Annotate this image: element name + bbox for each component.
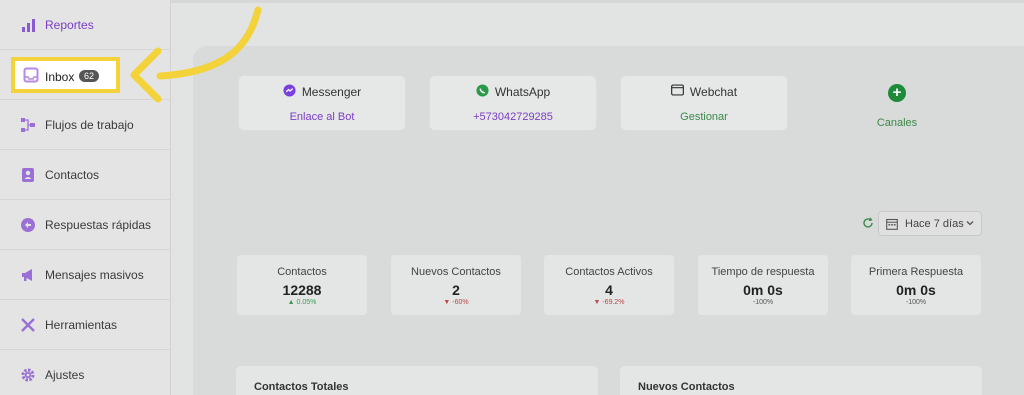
calendar-icon <box>886 218 898 230</box>
add-channel-button[interactable]: + Canales <box>860 83 934 133</box>
tools-icon <box>20 317 36 333</box>
inbox-count-badge: 62 <box>79 70 100 82</box>
sidebar-item-label: Ajustes <box>45 367 85 382</box>
section-nuevos-contactos: Nuevos Contactos <box>620 366 982 395</box>
trend-down-icon: ▼ <box>443 299 453 306</box>
annotation-arrow-icon <box>130 6 262 103</box>
sidebar-item-respuestas[interactable]: Respuestas rápidas <box>0 200 170 250</box>
stat-change: ▼ -69.2% <box>593 299 625 306</box>
workflow-icon <box>20 117 36 133</box>
messenger-icon <box>283 84 296 100</box>
stat-title: Nuevos Contactos <box>411 266 501 278</box>
stat-card-primera-respuesta: Primera Respuesta 0m 0s -100% <box>850 254 982 316</box>
stat-card-nuevos-contactos: Nuevos Contactos 2 ▼ -60% <box>390 254 522 316</box>
refresh-icon[interactable] <box>862 216 876 230</box>
whatsapp-icon <box>476 84 489 100</box>
channel-action-link[interactable]: +573042729285 <box>430 111 596 123</box>
sidebar-item-label: Contactos <box>45 167 100 182</box>
quick-reply-icon <box>20 217 36 233</box>
channel-action-link[interactable]: Gestionar <box>621 111 787 123</box>
stat-card-contactos-activos: Contactos Activos 4 ▼ -69.2% <box>543 254 675 316</box>
channel-action-link[interactable]: Enlace al Bot <box>239 111 405 123</box>
stat-card-contactos: Contactos 12288 ▲ 0.05% <box>236 254 368 316</box>
channel-name: WhatsApp <box>494 85 551 99</box>
date-range-value: Hace 7 días <box>905 218 964 230</box>
section-contactos-totales: Contactos Totales <box>236 366 598 395</box>
stat-change: -100% <box>905 299 927 306</box>
inbox-icon <box>23 67 39 83</box>
stat-title: Tiempo de respuesta <box>711 266 815 278</box>
stat-value: 0m 0s <box>743 282 783 298</box>
stat-change: -100% <box>752 299 774 306</box>
sidebar-item-label: Herramientas <box>45 317 118 332</box>
bar-chart-icon <box>20 17 36 33</box>
chevron-down-icon <box>965 218 975 228</box>
sidebar-item-flujos[interactable]: Flujos de trabajo <box>0 100 170 150</box>
contacts-icon <box>20 167 36 183</box>
gear-icon <box>20 367 36 383</box>
stat-value: 0m 0s <box>896 282 936 298</box>
add-channel-label: Canales <box>876 117 918 129</box>
stat-value: 2 <box>452 282 460 298</box>
stat-title: Contactos <box>277 266 327 278</box>
sidebar-item-label: Mensajes masivos <box>45 267 144 282</box>
section-title: Contactos Totales <box>254 381 349 393</box>
stat-title: Primera Respuesta <box>868 266 964 278</box>
top-bar <box>171 0 1024 3</box>
stat-change: ▲ 0.05% <box>287 299 317 306</box>
stat-value: 4 <box>605 282 613 298</box>
stat-change: ▼ -60% <box>443 299 469 306</box>
sidebar-item-label: Respuestas rápidas <box>45 217 152 232</box>
channel-name: Webchat <box>689 84 738 99</box>
plus-icon: + <box>888 84 906 102</box>
channel-card-webchat[interactable]: Webchat Gestionar <box>620 75 788 131</box>
sidebar-item-contactos[interactable]: Contactos <box>0 150 170 200</box>
section-title: Nuevos Contactos <box>638 381 735 393</box>
webchat-icon <box>670 84 684 99</box>
stat-title: Contactos Activos <box>565 266 653 278</box>
channel-card-whatsapp[interactable]: WhatsApp +573042729285 <box>429 75 597 131</box>
sidebar-item-label: Inbox <box>45 70 75 84</box>
sidebar-item-mensajes[interactable]: Mensajes masivos <box>0 250 170 300</box>
channel-name: Messenger <box>301 85 362 99</box>
sidebar-item-label: Flujos de trabajo <box>45 117 134 132</box>
stat-value: 12288 <box>282 282 322 298</box>
sidebar-item-label: Reportes <box>45 17 94 32</box>
stat-card-tiempo-respuesta: Tiempo de respuesta 0m 0s -100% <box>697 254 829 316</box>
sidebar-item-ajustes[interactable]: Ajustes <box>0 350 170 395</box>
trend-down-icon: ▼ <box>593 299 603 306</box>
date-range-select[interactable]: Hace 7 días <box>878 211 982 236</box>
trend-up-icon: ▲ <box>287 299 297 306</box>
inbox-highlight[interactable]: Inbox 62 <box>11 57 120 93</box>
sidebar-item-herramientas[interactable]: Herramientas <box>0 300 170 350</box>
megaphone-icon <box>20 267 36 283</box>
